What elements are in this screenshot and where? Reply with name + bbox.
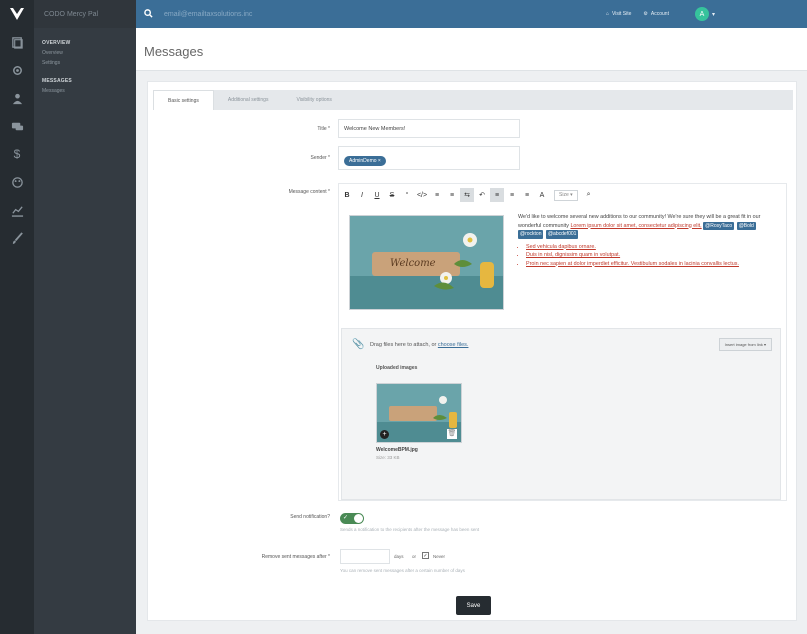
tab-bar: Basic settings Additional settings Visib…: [153, 90, 793, 110]
never-checkbox[interactable]: ✓: [422, 552, 429, 559]
message-form-card: Basic settings Additional settings Visib…: [147, 81, 797, 621]
ordered-list-button[interactable]: ≡: [445, 188, 459, 202]
toggle-knob: [354, 514, 363, 523]
strike-button[interactable]: S: [385, 188, 399, 202]
avatar[interactable]: A: [694, 7, 709, 21]
logo-icon[interactable]: [0, 0, 34, 28]
palette-icon[interactable]: [0, 168, 34, 196]
nav-item-messages[interactable]: Messages: [42, 88, 136, 94]
brush-icon[interactable]: [0, 224, 34, 252]
upload-dropzone[interactable]: 📎 Drag files here to attach, or choose f…: [341, 328, 781, 500]
font-size-value: Size: [559, 192, 569, 198]
mention-tag: @Bold: [736, 221, 756, 230]
code-button[interactable]: </>: [415, 188, 429, 202]
pages-icon[interactable]: [0, 28, 34, 56]
editor-intro-lorem: Lorem ipsum dolor sit amet, consectetur …: [570, 222, 702, 229]
title-label: Title *: [317, 126, 330, 132]
align-right-button[interactable]: ≡: [520, 188, 534, 202]
list-item: Proin nec sapien at dolor imperdiet effi…: [526, 260, 780, 269]
welcome-image-caption: Welcome: [390, 258, 436, 269]
insert-image-link-button[interactable]: Insert image from link ▾: [718, 338, 772, 351]
search-input[interactable]: email@emailtaxsolutions.inc: [164, 11, 594, 18]
undo-button[interactable]: ↶: [475, 188, 489, 202]
mention-tag: @abcdef001: [545, 230, 579, 239]
account-label: Account: [650, 11, 669, 17]
list-item: Sed vehicula dapibus ornare.: [526, 243, 780, 252]
account-link[interactable]: ⚙ Account: [643, 11, 669, 17]
file-size: Size: 33 KB: [376, 455, 400, 460]
chevron-down-icon[interactable]: ▾: [712, 11, 715, 18]
paperclip-icon: 📎: [352, 339, 365, 350]
content-label: Message content *: [288, 189, 330, 195]
sender-label: Sender *: [310, 155, 330, 161]
side-nav: CODO Mercy Pal OVERVIEW Overview Setting…: [34, 0, 136, 634]
trash-icon[interactable]: 🗑: [447, 429, 457, 439]
drop-text-label: Drag files here to attach, or: [370, 342, 437, 348]
visit-site-label: Visit Site: [612, 11, 632, 17]
link-button[interactable]: ⇆: [460, 188, 474, 202]
remove-or-label: or: [412, 554, 417, 559]
tab-additional-settings[interactable]: Additional settings: [214, 90, 283, 110]
mention-tag: @RosyTaco: [703, 221, 735, 230]
remove-days-label: days: [394, 554, 404, 559]
notify-toggle[interactable]: ✓: [340, 513, 364, 524]
align-left-button[interactable]: ≡: [490, 188, 504, 202]
search-icon[interactable]: ⌕: [582, 188, 596, 202]
editor-toolbar: B I U S “ </> ≡ ≡ ⇆ ↶ ≡ ≡ ≡ A Size ▾ ⌕: [340, 186, 785, 204]
visit-site-link[interactable]: ⌂ Visit Site: [606, 11, 631, 17]
remove-label: Remove sent messages after *: [261, 554, 330, 560]
top-bar: email@emailtaxsolutions.inc ⌂ Visit Site…: [136, 0, 807, 28]
sender-tag[interactable]: AdminDemo ×: [344, 156, 386, 166]
save-button[interactable]: Save: [456, 596, 491, 615]
quote-button[interactable]: “: [400, 188, 414, 202]
drop-text: Drag files here to attach, or choose fil…: [370, 342, 468, 348]
remove-days-input[interactable]: [340, 549, 390, 564]
notify-label: Send notification?: [290, 514, 330, 520]
nav-section-messages: MESSAGES Messages: [34, 66, 136, 94]
notify-hint: Sends a notification to the recipients a…: [340, 527, 480, 532]
underline-button[interactable]: U: [370, 188, 384, 202]
add-icon[interactable]: +: [380, 430, 389, 439]
tab-basic-settings[interactable]: Basic settings: [153, 90, 214, 110]
choose-files-link[interactable]: choose files.: [438, 342, 469, 348]
brand-name: CODO Mercy Pal: [34, 0, 136, 28]
title-value: Welcome New Members!: [344, 126, 406, 132]
gear-icon: ⚙: [643, 11, 648, 17]
align-center-button[interactable]: ≡: [505, 188, 519, 202]
remove-hint: You can remove sent messages after a cer…: [340, 568, 465, 573]
sender-field[interactable]: AdminDemo ×: [338, 146, 520, 170]
icon-rail: $: [0, 0, 34, 634]
page-title: Messages: [144, 44, 204, 59]
welcome-image[interactable]: Welcome: [349, 215, 504, 310]
editor-bullet-list: Sed vehicula dapibus ornare. Duis in nis…: [526, 243, 780, 269]
check-icon: ✓: [343, 515, 349, 521]
search-icon[interactable]: [144, 8, 158, 20]
dollar-icon[interactable]: $: [0, 140, 34, 168]
page-header: Messages: [136, 28, 807, 71]
nav-section-overview: OVERVIEW Overview Settings: [34, 28, 136, 66]
house-icon: ⌂: [606, 11, 610, 17]
mention-tag: @rockton: [518, 230, 544, 239]
italic-button[interactable]: I: [355, 188, 369, 202]
uploaded-images-title: Uploaded images: [376, 365, 418, 371]
title-field[interactable]: Welcome New Members!: [338, 119, 520, 138]
chat-icon[interactable]: [0, 112, 34, 140]
chart-icon[interactable]: [0, 196, 34, 224]
settings-icon[interactable]: [0, 56, 34, 84]
uploaded-image-thumbnail[interactable]: + 🗑: [376, 383, 462, 443]
bold-button[interactable]: B: [340, 188, 354, 202]
tab-visibility-options[interactable]: Visibility options: [282, 90, 345, 110]
list-item: Duis in nisl, dignissim quam in volutpat…: [526, 251, 780, 260]
nav-section-title: OVERVIEW: [42, 40, 71, 46]
list-button[interactable]: ≡: [430, 188, 444, 202]
font-size-select[interactable]: Size ▾: [554, 189, 578, 201]
user-icon[interactable]: [0, 84, 34, 112]
nav-item-overview[interactable]: Overview: [42, 50, 136, 56]
editor-body[interactable]: We'd like to welcome several new additio…: [518, 213, 780, 268]
text-color-button[interactable]: A: [535, 188, 549, 202]
nav-section-title: MESSAGES: [42, 78, 72, 84]
file-name: WelcomeBPM.jpg: [376, 447, 418, 453]
never-label: Never: [433, 554, 446, 559]
